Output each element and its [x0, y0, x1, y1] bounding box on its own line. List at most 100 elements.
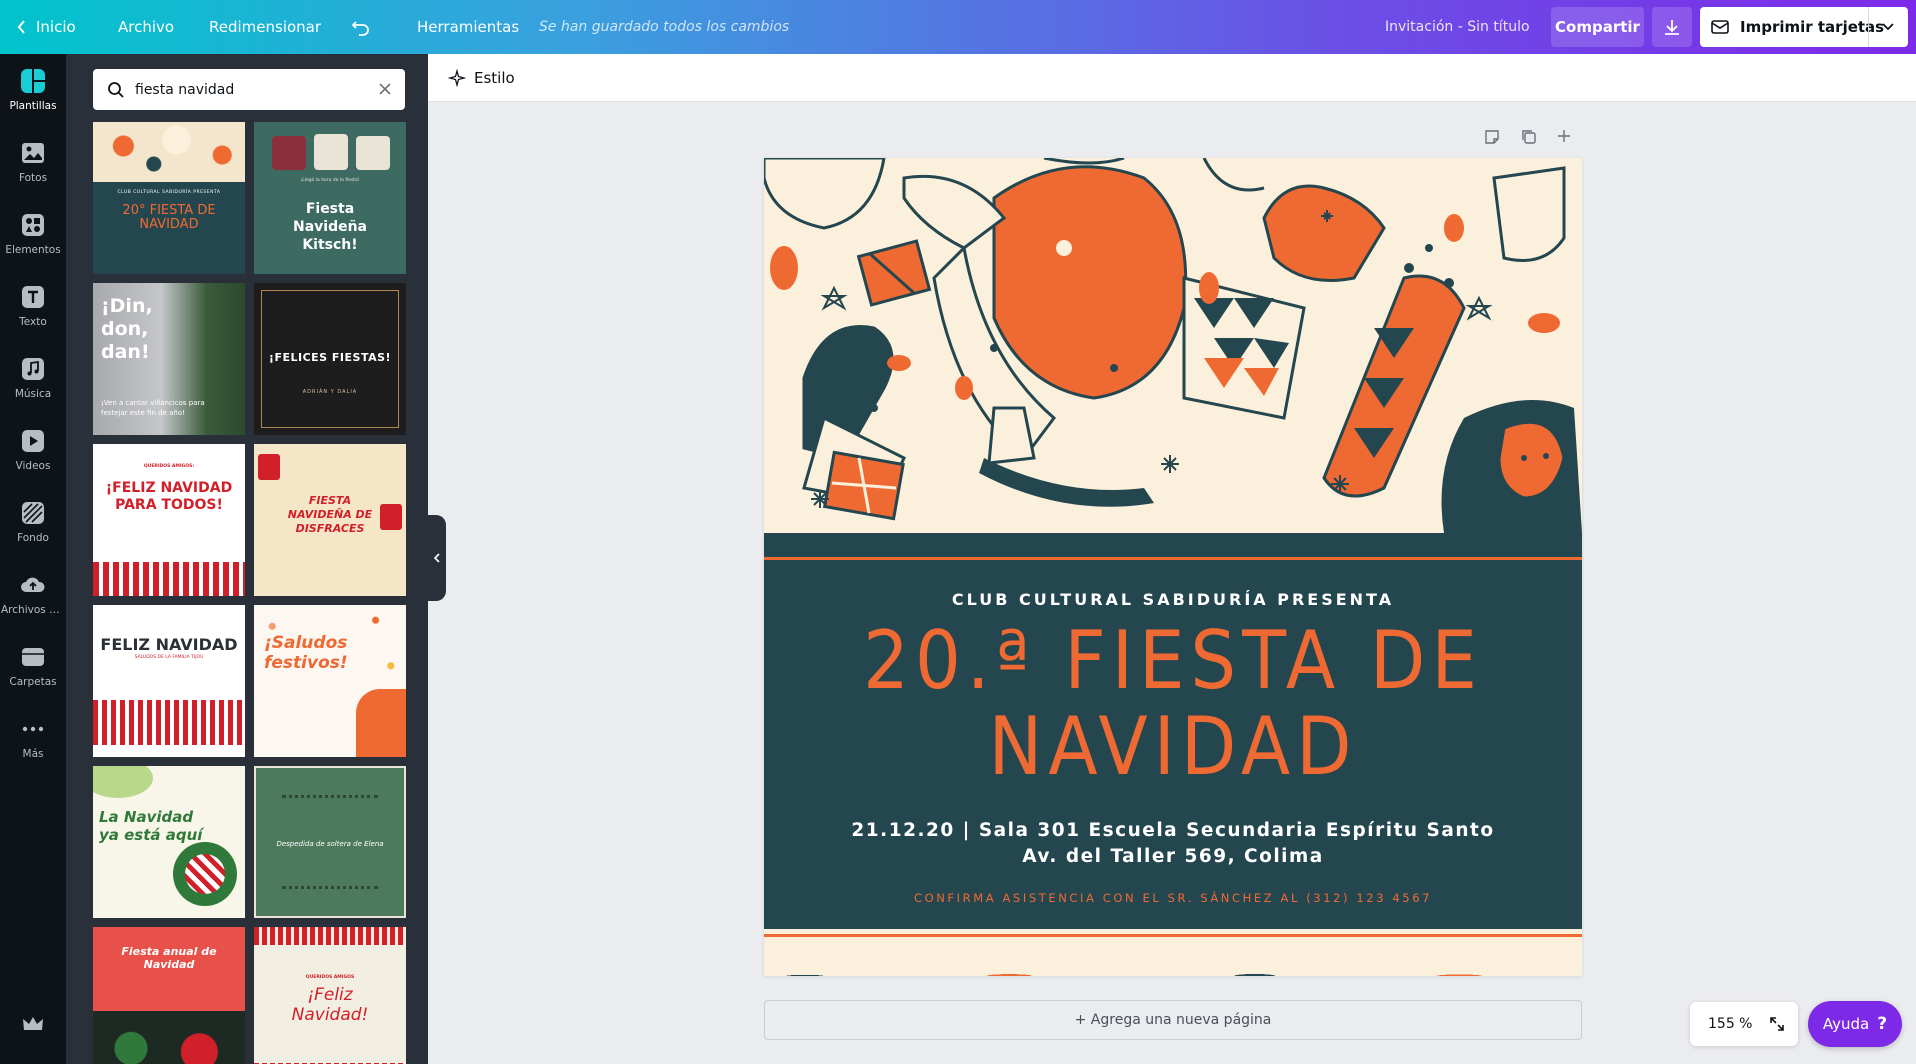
rail-label: Más [22, 748, 44, 760]
thumbnail-subtitle: CLUB CULTURAL SABIDURÍA PRESENTA [117, 190, 221, 195]
event-date-venue: 21.12.20 | Sala 301 Escuela Secundaria E… [851, 820, 1495, 841]
text-icon [20, 284, 46, 310]
christmas-illustration[interactable] [764, 158, 1582, 533]
add-note-button[interactable] [1483, 128, 1501, 150]
duplicate-page-button[interactable] [1520, 128, 1538, 150]
save-status: Se han guardado todos los cambios [539, 19, 790, 35]
template-thumbnail[interactable]: ¡Saludos festivos! [254, 605, 406, 757]
duplicate-icon [1522, 130, 1536, 144]
orange-divider-bottom [764, 934, 1582, 937]
thumbnail-title: ¡Feliz Navidad! [291, 985, 369, 1025]
clear-search-icon[interactable] [377, 81, 393, 97]
collapse-panel-button[interactable] [428, 515, 446, 601]
rail-item-elements[interactable]: Elementos [0, 198, 66, 270]
rail-item-text[interactable]: Texto [0, 270, 66, 342]
expand-icon[interactable] [1768, 1015, 1786, 1033]
left-rail: Plantillas Fotos Elementos Texto Música … [0, 54, 66, 1064]
sweater-icon [258, 454, 280, 480]
wreath-decoration [282, 886, 378, 908]
thumbnail-title: FIESTA NAVIDEÑA DE DISFRACES [287, 494, 373, 535]
search-input[interactable]: fiesta navidad [135, 82, 234, 98]
template-thumbnail[interactable]: FIESTA NAVIDEÑA DE DISFRACES [254, 444, 406, 596]
download-button[interactable] [1652, 7, 1692, 47]
search-icon [107, 81, 125, 99]
background-icon [20, 500, 46, 526]
green-blob [93, 766, 153, 798]
rail-item-folders[interactable]: Carpetas [0, 630, 66, 702]
template-thumbnail[interactable]: CLUB CULTURAL SABIDURÍA PRESENTA 20° FIE… [93, 122, 245, 274]
thumbnail-title: ¡Saludos festivos! [264, 633, 348, 673]
style-button[interactable]: Estilo [448, 68, 515, 87]
thumbnail-subtitle: SALUDOS DE LA FAMILIA TIJOU [134, 655, 204, 660]
add-new-page-button[interactable]: + Agrega una nueva página [764, 1000, 1582, 1040]
music-icon [20, 356, 46, 382]
club-presents-text[interactable]: CLUB CULTURAL SABIDURÍA PRESENTA [764, 590, 1582, 609]
thumbnail-title: ¡FELIZ NAVIDAD PARA TODOS! [105, 480, 233, 513]
thumbnail-subtitle: ¡Llegó la hora de la fiesta! [300, 178, 360, 183]
rail-item-templates[interactable]: Plantillas [0, 54, 66, 126]
party-title[interactable]: 20.ª FIESTA DE NAVIDAD [824, 618, 1522, 790]
print-options-button[interactable] [1868, 7, 1908, 47]
design-page[interactable]: CLUB CULTURAL SABIDURÍA PRESENTA 20.ª FI… [764, 158, 1582, 976]
home-button[interactable]: Inicio [16, 0, 76, 54]
file-menu[interactable]: Archivo [118, 0, 174, 54]
rail-item-videos[interactable]: Videos [0, 414, 66, 486]
undo-button[interactable] [351, 0, 371, 54]
template-thumbnail[interactable]: Despedida de soltera de Elena [254, 766, 406, 918]
template-thumbnail[interactable]: ¡FELICES FIESTAS! ADRIÁN Y DALIA [254, 283, 406, 435]
thumbnail-title: Despedida de soltera de Elena [276, 840, 384, 848]
template-thumbnail[interactable]: La Navidad ya está aquí [93, 766, 245, 918]
templates-panel: fiesta navidad CLUB CULTURAL SABIDURÍA P… [66, 54, 428, 1064]
party-title-line-2: NAVIDAD [988, 700, 1358, 793]
elements-icon [20, 212, 46, 238]
template-thumbnail[interactable]: ¡Din, don, dan! ¡Ven a cantar villancico… [93, 283, 245, 435]
zoom-control[interactable]: 155 % [1690, 1002, 1798, 1046]
add-page-icon-button[interactable] [1556, 128, 1572, 148]
template-thumbnail[interactable]: Fiesta anual de Navidad [93, 927, 245, 1064]
resize-menu[interactable]: Redimensionar [209, 0, 321, 54]
envelope-icon [1711, 20, 1729, 34]
template-thumbnail[interactable]: FELIZ NAVIDAD SALUDOS DE LA FAMILIA TIJO… [93, 605, 245, 757]
event-address: Av. del Taller 569, Colima [1022, 846, 1324, 867]
tools-menu[interactable]: Herramientas [417, 0, 519, 54]
thumbnail-subtitle: QUERIDOS AMIGOS: [143, 464, 195, 469]
rail-item-photos[interactable]: Fotos [0, 126, 66, 198]
share-button[interactable]: Compartir [1551, 7, 1644, 47]
pattern-band [93, 562, 245, 596]
templates-icon [20, 68, 46, 94]
rail-label: Elementos [5, 244, 61, 256]
chevron-left-icon [433, 553, 440, 563]
thumbnail-title: Fiesta anual de Navidad [121, 945, 217, 971]
crown-icon[interactable] [21, 1014, 45, 1038]
candy-icon [185, 854, 225, 894]
print-cards-button[interactable]: Imprimir tarjetas [1700, 7, 1908, 47]
thumbnail-title: La Navidad ya está aquí [99, 808, 203, 844]
top-bar: Inicio Archivo Redimensionar Herramienta… [0, 0, 1916, 54]
template-thumbnail[interactable]: ¡Llegó la hora de la fiesta! Fiesta Navi… [254, 122, 406, 274]
template-thumbnail[interactable]: QUERIDOS AMIGOS ¡Feliz Navidad! [254, 927, 406, 1064]
rail-item-more[interactable]: Más [0, 702, 66, 774]
photos-icon [20, 140, 46, 166]
rail-label: Música [14, 388, 52, 400]
rail-label: Carpetas [9, 676, 57, 688]
event-details[interactable]: 21.12.20 | Sala 301 Escuela Secundaria E… [764, 818, 1582, 870]
rail-item-music[interactable]: Música [0, 342, 66, 414]
chevron-left-icon [17, 20, 25, 34]
help-button[interactable]: Ayuda ? [1808, 1001, 1902, 1047]
thumbnail-subtitle: ADRIÁN Y DALIA [302, 389, 358, 395]
zoom-value[interactable]: 155 % [1708, 1016, 1752, 1032]
rail-label: Fotos [18, 172, 48, 184]
socks-photo [93, 1011, 245, 1064]
orange-shape [356, 689, 406, 757]
rail-item-uploads[interactable]: Archivos su... [0, 558, 66, 630]
document-title[interactable]: Invitación - Sin título [1385, 0, 1530, 54]
rail-item-background[interactable]: Fondo [0, 486, 66, 558]
search-field[interactable]: fiesta navidad [93, 69, 405, 110]
thumbnail-subtitle: ¡Ven a cantar villancicos para festejar … [101, 399, 205, 417]
pattern-band [93, 122, 245, 182]
rsvp-text[interactable]: CONFIRMA ASISTENCIA CON EL SR. SÁNCHEZ A… [764, 891, 1582, 905]
rail-label: Fondo [17, 532, 49, 544]
rail-label: Plantillas [9, 100, 57, 112]
template-thumbnail[interactable]: QUERIDOS AMIGOS: ¡FELIZ NAVIDAD PARA TOD… [93, 444, 245, 596]
sparkle-icon [448, 68, 466, 87]
